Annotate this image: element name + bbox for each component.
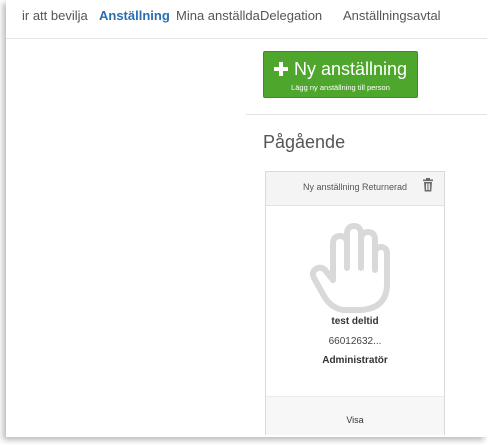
app-window: ir att bevilja Anställning Mina anställd… (6, 0, 487, 437)
section-divider (246, 114, 487, 115)
tab-bar: ir att bevilja Anställning Mina anställd… (6, 0, 487, 39)
section-title: Pågående (263, 132, 346, 152)
new-employment-button[interactable]: Ny anställning Lägg ny anställning till … (263, 51, 418, 98)
plus-icon (273, 62, 288, 76)
new-employment-button-title: Ny anställning (264, 57, 417, 81)
tab-anstallningsavtal[interactable]: Anställningsavtal (343, 6, 441, 26)
tab-delegation[interactable]: Delegation (260, 6, 322, 26)
view-button[interactable]: Visa (266, 415, 444, 425)
tab-anstallning[interactable]: Anställning (99, 6, 170, 26)
new-employment-label: Ny anställning (293, 59, 408, 79)
card-footer: Visa (266, 396, 444, 435)
tab-att-bevilja[interactable]: ir att bevilja (22, 6, 88, 26)
person-name: test deltid (331, 316, 379, 327)
card-status: Ny anställning Returnerad (303, 182, 408, 192)
employment-card: Ny anställning Returnerad test deltid 66… (265, 171, 445, 435)
person-role: Administratör (322, 355, 388, 366)
hand-stop-icon (309, 223, 390, 313)
trash-icon[interactable] (422, 178, 434, 192)
tab-mina-anstallda[interactable]: Mina anställda (176, 6, 260, 26)
person-id: 66012632... (328, 336, 382, 347)
card-header: Ny anställning Returnerad (266, 172, 444, 206)
new-employment-sublabel: Lägg ny anställning till person (291, 83, 390, 92)
